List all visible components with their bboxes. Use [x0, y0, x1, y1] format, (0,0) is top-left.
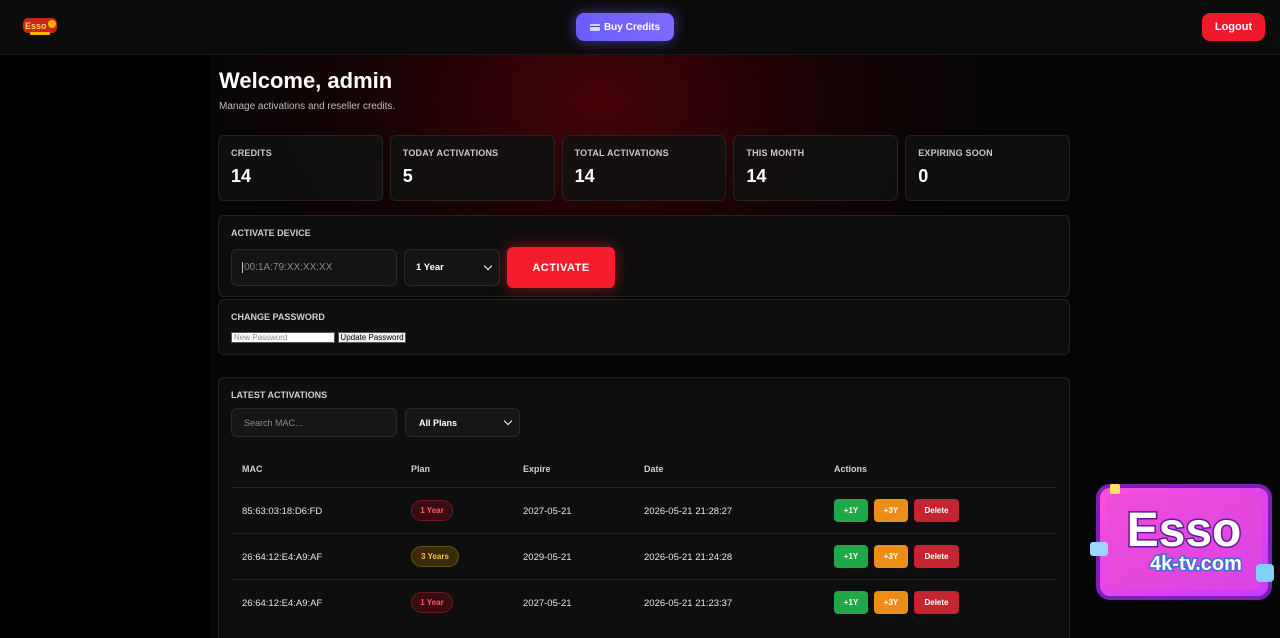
change-password-title: CHANGE PASSWORD: [231, 312, 325, 322]
column-header-mac: MAC: [242, 464, 263, 474]
delete-button[interactable]: Delete: [914, 591, 959, 614]
column-header-plan: Plan: [411, 464, 431, 474]
extend-3y-button[interactable]: +3Y: [874, 591, 908, 614]
logout-button[interactable]: Logout: [1202, 13, 1265, 41]
star-icon: [1110, 484, 1120, 494]
folder-icon: [1090, 542, 1108, 556]
delete-button[interactable]: Delete: [914, 499, 959, 522]
table-row: 26:64:12:E4:A9:AF 3 Years 2029-05-21 202…: [231, 533, 1057, 579]
expire-cell: 2027-05-21: [523, 598, 572, 609]
column-header-expire: Expire: [523, 464, 551, 474]
stat-label: TOTAL ACTIVATIONS: [574, 148, 669, 158]
plan-filter-select[interactable]: All Plans: [405, 408, 520, 437]
chevron-down-icon: [483, 261, 493, 271]
stat-label: CREDITS: [231, 148, 272, 158]
activate-device-panel: ACTIVATE DEVICE 00:1A:79:XX:XX:XX 1 Year…: [218, 215, 1070, 297]
esso-promo-badge: Esso 4k-tv.com: [1090, 484, 1274, 600]
stat-card-today-activations: TODAY ACTIVATIONS 5: [389, 135, 555, 201]
date-cell: 2026-05-21 21:28:27: [644, 506, 733, 517]
stat-label: EXPIRING SOON: [918, 148, 993, 158]
update-password-button[interactable]: Update Password: [338, 332, 406, 343]
extend-1y-button[interactable]: +1Y: [834, 591, 868, 614]
plan-select-value: 1 Year: [416, 262, 444, 273]
activate-device-title: ACTIVATE DEVICE: [231, 228, 311, 238]
top-bar: Esso Buy Credits Logout: [0, 0, 1280, 55]
plan-filter-value: All Plans: [419, 417, 458, 428]
esso-logo[interactable]: Esso: [22, 15, 58, 37]
plan-badge: 3 Years: [411, 546, 459, 567]
mac-cell: 26:64:12:E4:A9:AF: [242, 598, 323, 609]
latest-activations-panel: LATEST ACTIVATIONS Search MAC... All Pla…: [218, 377, 1070, 638]
expire-cell: 2027-05-21: [523, 506, 572, 517]
promo-domain: 4k-tv.com: [1150, 553, 1242, 575]
date-cell: 2026-05-21 21:24:28: [644, 552, 733, 563]
extend-1y-button[interactable]: +1Y: [834, 545, 868, 568]
page-background-left: [0, 55, 210, 638]
search-mac-input[interactable]: Search MAC...: [231, 408, 397, 437]
page-subtitle: Manage activations and reseller credits.: [219, 101, 396, 112]
stat-card-this-month: THIS MONTH 14: [733, 135, 899, 201]
stat-value: 5: [402, 166, 413, 186]
stat-card-expiring-soon: EXPIRING SOON 0: [905, 135, 1070, 201]
extend-1y-button[interactable]: +1Y: [834, 499, 868, 522]
text-caret: [242, 262, 243, 273]
extend-3y-button[interactable]: +3Y: [874, 545, 908, 568]
delete-button[interactable]: Delete: [914, 545, 959, 568]
mac-cell: 85:63:03:18:D6:FD: [242, 506, 323, 517]
stat-value: 14: [574, 166, 595, 186]
change-password-panel: CHANGE PASSWORD New Password Update Pass…: [218, 299, 1070, 355]
activate-button[interactable]: ACTIVATE: [507, 247, 615, 288]
stat-card-total-activations: TOTAL ACTIVATIONS 14: [561, 135, 727, 201]
mac-placeholder: 00:1A:79:XX:XX:XX: [244, 262, 333, 273]
table-row: 26:64:12:E4:A9:AF 1 Year 2027-05-21 2026…: [231, 579, 1057, 625]
date-cell: 2026-05-21 21:23:37: [644, 598, 733, 609]
stat-label: TODAY ACTIVATIONS: [402, 148, 499, 158]
new-password-input[interactable]: New Password: [231, 332, 335, 343]
credit-card-icon: [589, 23, 600, 31]
table-row: 85:63:03:18:D6:FD 1 Year 2027-05-21 2026…: [231, 487, 1057, 533]
buy-credits-label: Buy Credits: [603, 21, 661, 33]
mac-cell: 26:64:12:E4:A9:AF: [242, 552, 323, 563]
chevron-down-icon: [503, 416, 513, 426]
plan-badge: 1 Year: [411, 592, 453, 613]
page-title: Welcome, admin: [219, 68, 393, 93]
plan-badge: 1 Year: [411, 500, 453, 521]
stat-card-credits: CREDITS 14: [218, 135, 383, 201]
expire-cell: 2029-05-21: [523, 552, 572, 563]
extend-3y-button[interactable]: +3Y: [874, 499, 908, 522]
stat-value: 14: [746, 166, 767, 186]
cloud-icon: [1256, 564, 1274, 582]
stat-value: 14: [231, 166, 252, 186]
mac-address-input[interactable]: 00:1A:79:XX:XX:XX: [231, 249, 397, 286]
column-header-date: Date: [644, 464, 664, 474]
stat-value: 0: [918, 166, 929, 186]
promo-brand: Esso: [1127, 504, 1242, 557]
buy-credits-button[interactable]: Buy Credits: [576, 13, 674, 41]
latest-activations-title: LATEST ACTIVATIONS: [231, 390, 328, 400]
stat-label: THIS MONTH: [746, 148, 805, 158]
column-header-actions: Actions: [834, 464, 868, 474]
stats-row: CREDITS 14 TODAY ACTIVATIONS 5 TOTAL ACT…: [218, 135, 1070, 201]
logo-text: Esso: [25, 21, 47, 31]
plan-select[interactable]: 1 Year: [404, 249, 500, 286]
